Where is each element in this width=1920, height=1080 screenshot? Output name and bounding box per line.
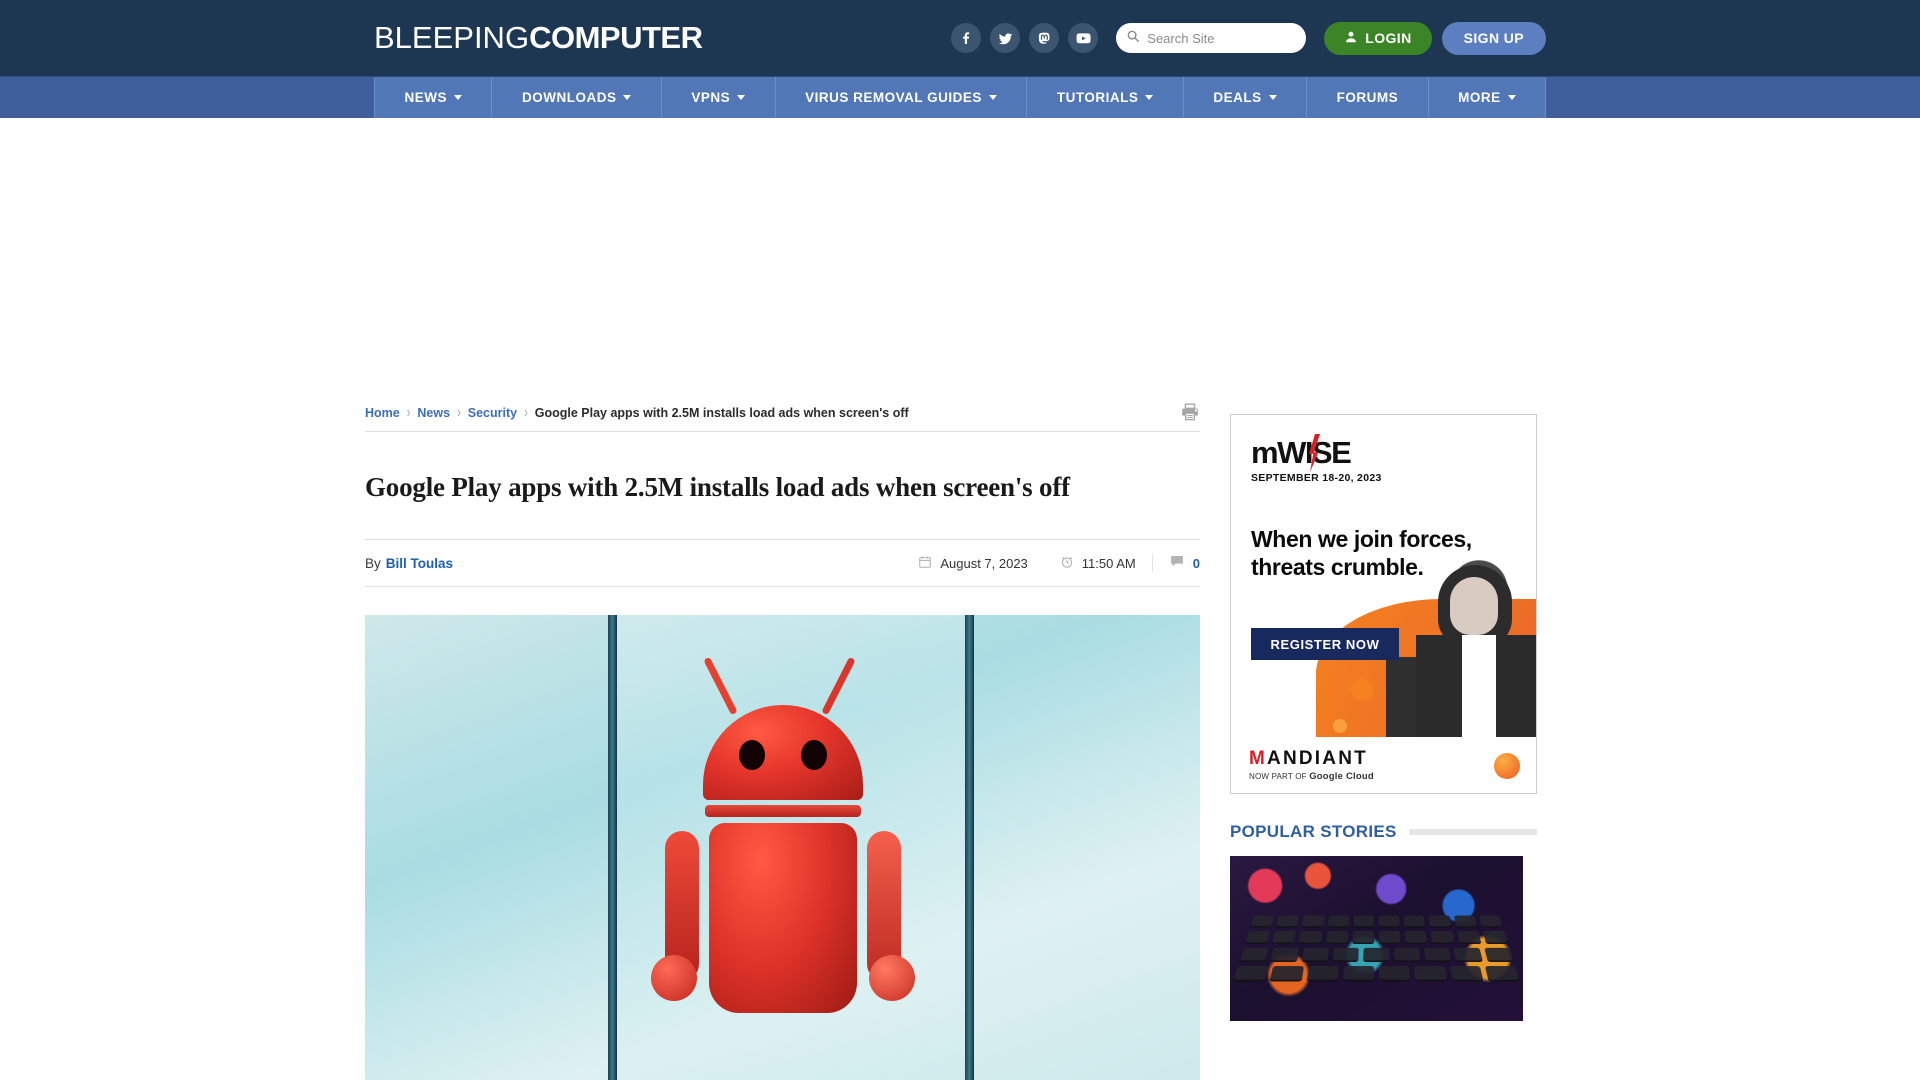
sidebar-ad-mwise[interactable]: mWISE SEPTEMBER 18-20, 2023 When we join… [1230,414,1537,794]
nav-item-label: VPNS [691,90,731,105]
android-robot-illustration [650,655,915,1035]
breadcrumb-separator-icon: › [457,404,461,421]
author-link[interactable]: Bill Toulas [386,556,453,571]
nav-item-virus-removal-guides[interactable]: VIRUS REMOVAL GUIDES [776,77,1028,118]
comment-count[interactable]: 0 [1151,554,1200,572]
nav-item-label: MORE [1458,90,1501,105]
publish-time-text: 11:50 AM [1081,555,1136,571]
article-column: Home › News › Security › Google Play app… [365,394,1200,1080]
ad-sponsor-name: MANDIANT [1249,749,1374,768]
logo-text-bold: COMPUTER [529,20,703,55]
publish-date: August 7, 2023 [902,555,1043,572]
search-input[interactable] [1147,30,1297,46]
page-title: Google Play apps with 2.5M installs load… [365,472,1070,502]
chevron-down-icon [1507,95,1516,100]
signup-label: SIGN UP [1463,30,1524,46]
phone-edge-right [965,615,974,1080]
ad-register-button[interactable]: REGISTER NOW [1251,628,1399,660]
calendar-icon [918,555,932,572]
ad-date-line: SEPTEMBER 18-20, 2023 [1251,472,1382,484]
breadcrumb-news[interactable]: News [417,406,450,420]
breadcrumb: Home › News › Security › Google Play app… [365,404,909,421]
ad-dot-large [1351,679,1373,701]
printer-icon[interactable] [1180,402,1200,427]
chevron-down-icon [988,95,997,100]
site-header: BLEEPING COMPUTER Search Site LOGIN SIGN… [0,0,1920,76]
sponsor-sub-pre: NOW PART OF [1249,771,1307,781]
nav-item-vpns[interactable]: VPNS [662,77,776,118]
publish-time: 11:50 AM [1044,555,1152,572]
nav-item-downloads[interactable]: DOWNLOADS [492,77,662,118]
login-label: LOGIN [1365,30,1412,46]
popular-stories-header: POPULAR STORIES [1230,822,1537,842]
sponsor-initial: M [1249,747,1268,769]
ad-sponsor-subtitle: NOW PART OF Google Cloud [1249,771,1374,782]
chevron-down-icon [623,95,632,100]
article-hero-image [365,615,1200,1080]
phone-edge-left [608,615,617,1080]
ad-sponsor-dot [1494,753,1520,779]
login-button[interactable]: LOGIN [1324,21,1432,55]
ad-brand-name: mWISE [1251,435,1352,470]
sidebar: mWISE SEPTEMBER 18-20, 2023 When we join… [1230,394,1537,1080]
search-box[interactable] [1116,23,1307,53]
sponsor-rest: ANDIANT [1267,747,1368,769]
user-icon [1344,30,1358,47]
popular-story-thumbnail[interactable] [1230,856,1523,1021]
social-links [951,23,1099,53]
breadcrumb-security[interactable]: Security [468,406,517,420]
sponsor-sub-brand: Google Cloud [1309,770,1374,782]
breadcrumb-separator-icon: › [406,404,411,421]
nav-item-label: NEWS [404,90,447,105]
chevron-down-icon [1268,95,1277,100]
ad-dot-small [1333,719,1347,733]
signup-button[interactable]: SIGN UP [1441,21,1546,55]
breadcrumb-separator-icon: › [524,404,528,421]
nav-item-more[interactable]: MORE [1429,77,1547,118]
nav-item-label: VIRUS REMOVAL GUIDES [805,90,982,105]
logo-text-thin: BLEEPING [374,20,530,55]
popular-stories-title: POPULAR STORIES [1230,822,1397,841]
breadcrumb-current: Google Play apps with 2.5M installs load… [534,405,909,420]
mastodon-icon[interactable] [1029,23,1060,53]
nav-item-tutorials[interactable]: TUTORIALS [1027,77,1184,118]
ad-sponsor-bar: MANDIANT NOW PART OF Google Cloud [1231,737,1536,793]
leaderboard-ad-slot [0,118,1920,394]
comment-count-value: 0 [1192,555,1200,571]
main-navigation: NEWS DOWNLOADS VPNS VIRUS REMOVAL GUIDES TUT… [0,76,1920,118]
nav-item-label: FORUMS [1336,90,1399,105]
nav-item-forums[interactable]: FORUMS [1307,77,1429,118]
chevron-down-icon [453,95,462,100]
nav-item-deals[interactable]: DEALS [1184,77,1308,118]
chevron-down-icon [1145,95,1154,100]
by-label: By [365,555,381,571]
chevron-down-icon [737,95,746,100]
search-icon [1126,29,1140,48]
twitter-icon[interactable] [990,23,1021,53]
comment-bubble-icon [1169,554,1185,572]
nav-item-news[interactable]: NEWS [375,77,493,118]
youtube-icon[interactable] [1068,23,1099,53]
ad-brand-logo: mWISE SEPTEMBER 18-20, 2023 [1251,434,1382,484]
nav-item-label: TUTORIALS [1056,90,1139,105]
article-byline: By Bill Toulas August 7, 2023 11:50 AM 0 [365,539,1200,587]
popular-stories-rule [1408,829,1537,835]
nav-item-label: DOWNLOADS [521,90,617,105]
keyboard-illustration [1230,912,1523,1021]
breadcrumb-home[interactable]: Home [365,406,400,420]
site-logo[interactable]: BLEEPING COMPUTER [374,20,703,56]
ad-headline: When we join forces, threats crumble. [1251,526,1472,581]
clock-icon [1060,555,1074,572]
publish-date-text: August 7, 2023 [940,555,1028,571]
nav-item-label: DEALS [1213,90,1262,105]
facebook-icon[interactable] [951,23,982,53]
